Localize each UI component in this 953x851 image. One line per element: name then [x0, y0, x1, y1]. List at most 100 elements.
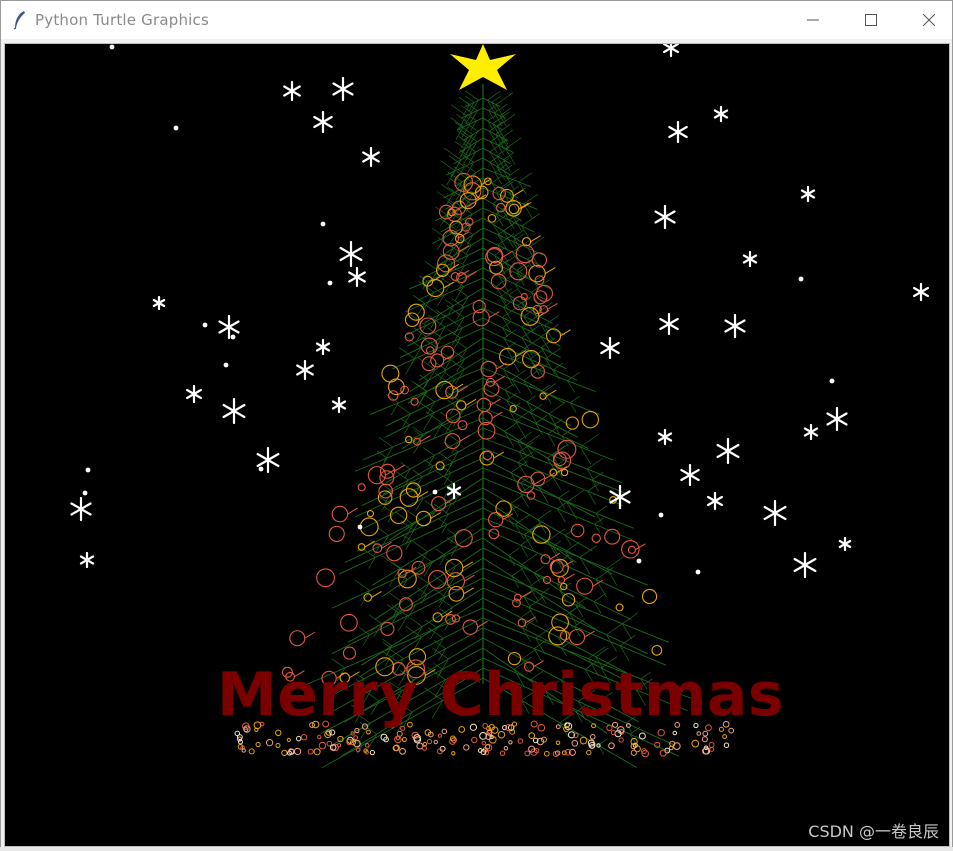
tree-twig [454, 166, 470, 178]
snowflake-icon [348, 266, 366, 288]
tree-twig [548, 402, 565, 415]
tree-branch-row [392, 327, 567, 375]
snow-dot [173, 125, 179, 131]
tree-twig [382, 641, 392, 649]
ornament-string [371, 591, 382, 598]
ornament-icon [651, 644, 663, 656]
ornament-string [513, 189, 524, 197]
ground-ornament [300, 733, 308, 741]
ornament-icon [476, 397, 492, 413]
snowflake-icon [793, 551, 817, 579]
tree-twig [409, 617, 423, 627]
ornament-icon [450, 272, 460, 281]
tree-twig [406, 510, 421, 520]
tree-twig [513, 229, 525, 238]
snowflake-icon [315, 338, 331, 356]
tree-branch-row [454, 128, 522, 165]
ornament-icon [568, 628, 586, 646]
snowflake-icon [742, 250, 758, 268]
tree-twig [525, 434, 540, 445]
ground-ornament [691, 739, 700, 748]
tree-branch [385, 387, 484, 438]
tree-twig [587, 458, 603, 470]
tree-twig [417, 356, 436, 370]
tree-twig [381, 555, 401, 569]
tree-twig [504, 383, 514, 391]
tree-branch-row [372, 517, 649, 587]
tree-twig [588, 646, 606, 659]
ornament-icon [363, 593, 373, 602]
tree-twig [388, 592, 402, 602]
ornament-string [530, 235, 541, 243]
snowflake-icon [332, 76, 354, 102]
ground-ornament [638, 732, 646, 740]
ornament-icon [487, 213, 497, 223]
snow-dot [658, 512, 664, 518]
tree-twig [622, 612, 638, 624]
ornament-icon [454, 233, 465, 244]
ornament-string [520, 591, 532, 598]
ground-ornament [722, 734, 728, 740]
ornament-icon [316, 568, 335, 588]
snowflake-icon [654, 204, 676, 230]
ornament-string [459, 434, 471, 442]
tree-twig [595, 505, 607, 514]
snowflake-icon [657, 428, 673, 446]
ornament-string [466, 271, 477, 279]
tree-twig [418, 552, 433, 563]
tree-twig [540, 384, 551, 392]
tree-twig [495, 92, 513, 105]
tree-twig [412, 470, 423, 478]
ornament-string [464, 574, 475, 582]
tree-twig [447, 528, 456, 536]
ground-ornament [579, 736, 588, 745]
tree-twig [530, 403, 543, 413]
ornament-icon [399, 488, 419, 507]
tree-twig [450, 117, 464, 127]
ornament-icon [419, 317, 437, 335]
tree-branch-row [331, 577, 648, 655]
snowflake-icon [724, 313, 746, 339]
title-bar[interactable]: Python Turtle Graphics [1, 1, 952, 39]
tree-twig [570, 395, 581, 404]
snowflake-icon [680, 463, 700, 487]
ornament-string [560, 329, 571, 337]
ground-ornament [672, 742, 681, 750]
turtle-canvas[interactable]: Merry Christmas CSDN @一卷良辰 [4, 43, 950, 847]
tree-branch-row [354, 417, 569, 476]
tree-twig [491, 95, 501, 103]
ornament-string [465, 398, 477, 406]
ground-ornament [426, 738, 433, 745]
tree-twig [506, 168, 520, 178]
tree-twig [424, 369, 436, 388]
tree-twig [422, 393, 435, 403]
tree-twig [412, 295, 425, 304]
snow-dot [223, 362, 229, 368]
ground-ornament [317, 734, 322, 740]
tree-twig [454, 258, 465, 267]
snow-dot [202, 322, 208, 328]
tree-twig [579, 545, 597, 558]
ornament-icon [328, 525, 345, 542]
tree-twig [580, 434, 599, 448]
tree-branch [370, 557, 484, 632]
ground-ornament [318, 741, 327, 750]
close-button[interactable] [900, 1, 953, 39]
ground-ornament [399, 747, 406, 755]
ground-ornament [528, 732, 536, 740]
snow-dot [230, 334, 236, 340]
tree-branch-row [406, 297, 565, 343]
snowflake-icon [185, 384, 203, 404]
snowflake-icon [218, 314, 240, 340]
snow-dot [258, 466, 264, 472]
tree-twig [587, 481, 602, 492]
maximize-button[interactable] [842, 1, 900, 39]
ornament-icon [557, 439, 577, 459]
ground-ornament [255, 741, 261, 748]
ornament-icon [386, 545, 403, 562]
minimize-button[interactable] [784, 1, 842, 39]
tree-twig [537, 509, 552, 520]
tree-twig [440, 160, 456, 172]
tree-twig [533, 639, 547, 649]
ornament-icon [342, 646, 357, 660]
